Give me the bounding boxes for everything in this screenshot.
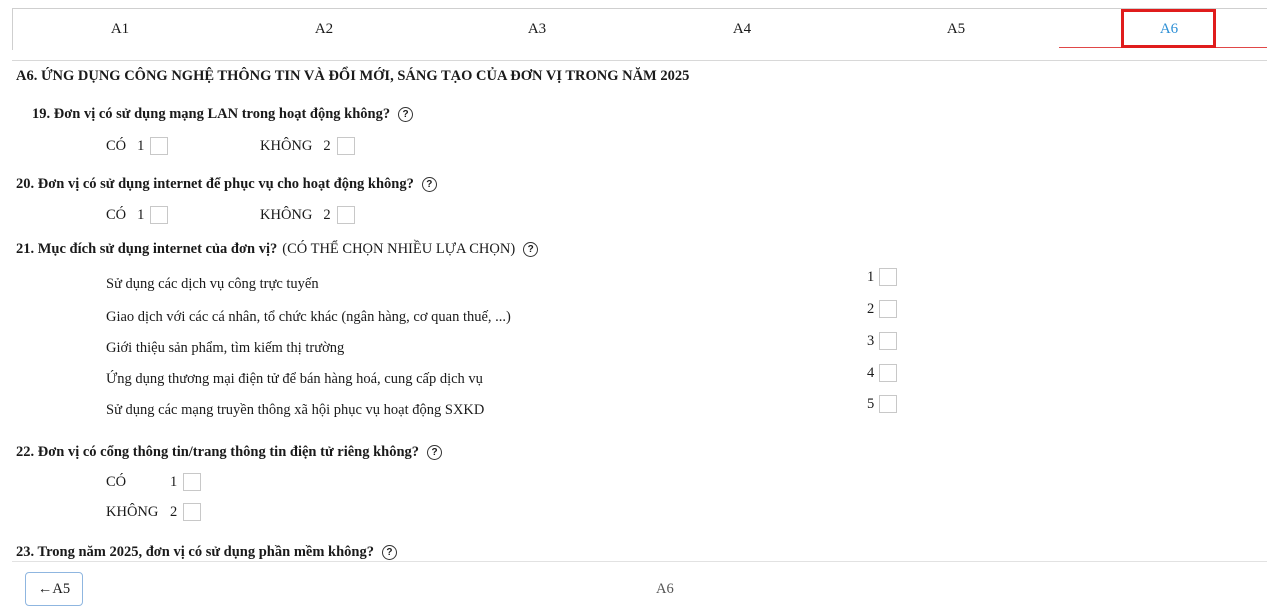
q21-option-4-label: Ứng dụng thương mại điện tử để bán hàng … — [106, 371, 483, 387]
footer-divider — [12, 561, 1267, 562]
option-code: 3 — [867, 332, 875, 349]
q21-option-3-checkbox[interactable] — [879, 332, 898, 350]
question-21-text: 21. Mục đích sử dụng internet của đơn vị… — [16, 241, 278, 257]
q20-yes-checkbox[interactable] — [150, 206, 169, 224]
q21-option-4-checkbox[interactable] — [879, 364, 898, 382]
help-icon[interactable]: ? — [381, 545, 397, 560]
question-22-text: 22. Đơn vị có cổng thông tin/trang thông… — [16, 444, 420, 460]
tab-a5[interactable]: A5 — [855, 9, 1057, 50]
q19-option-yes: CÓ 1 — [106, 137, 169, 155]
question-23-text: 23. Trong năm 2025, đơn vị có sử dụng ph… — [16, 544, 374, 560]
option-code: 5 — [867, 395, 875, 412]
tab-a3[interactable]: A3 — [436, 9, 638, 50]
q22-yes-checkbox[interactable] — [183, 473, 202, 491]
q21-option-1-label: Sử dụng các dịch vụ công trực tuyến — [106, 276, 319, 292]
q22-option-yes: CÓ 1 — [106, 473, 202, 491]
option-label: KHÔNG — [260, 206, 313, 223]
question-21: 21. Mục đích sử dụng internet của đơn vị… — [16, 241, 539, 258]
option-code: 1 — [170, 473, 178, 490]
q22-no-checkbox[interactable] — [183, 503, 202, 521]
tab-divider — [12, 60, 1267, 61]
tab-a1[interactable]: A1 — [19, 9, 221, 50]
option-code: 1 — [137, 206, 145, 223]
section-tab-bar: A1 A2 A3 A4 A5 A6 — [12, 8, 1267, 50]
q21-option-2: 2 — [867, 300, 898, 318]
q19-yes-checkbox[interactable] — [150, 137, 169, 155]
option-code: 2 — [323, 206, 331, 223]
question-23: 23. Trong năm 2025, đơn vị có sử dụng ph… — [16, 544, 397, 561]
active-tab-underline — [1059, 47, 1267, 48]
question-20: 20. Đơn vị có sử dụng internet để phục v… — [16, 176, 437, 193]
help-icon[interactable]: ? — [398, 107, 414, 122]
option-code: 2 — [323, 137, 331, 154]
q21-option-2-checkbox[interactable] — [879, 300, 898, 318]
q21-option-2-label: Giao dịch với các cá nhân, tổ chức khác … — [106, 309, 511, 325]
q21-option-5-label: Sử dụng các mạng truyền thông xã hội phụ… — [106, 402, 485, 418]
q21-option-4: 4 — [867, 364, 898, 382]
q21-option-5: 5 — [867, 395, 898, 413]
tab-a6[interactable]: A6 — [1068, 9, 1267, 50]
question-21-note: (CÓ THỂ CHỌN NHIỀU LỰA CHỌN) — [282, 241, 516, 257]
question-20-text: 20. Đơn vị có sử dụng internet để phục v… — [16, 176, 414, 192]
q20-option-no: KHÔNG 2 — [260, 206, 355, 224]
q20-no-checkbox[interactable] — [336, 206, 355, 224]
question-19-text: 19. Đơn vị có sử dụng mạng LAN trong hoạ… — [32, 106, 391, 122]
option-label: KHÔNG — [106, 503, 159, 520]
help-icon[interactable]: ? — [523, 242, 539, 257]
q21-option-3-label: Giới thiệu sản phẩm, tìm kiếm thị trường — [106, 340, 345, 356]
option-code: 1 — [137, 137, 145, 154]
option-code: 2 — [170, 503, 178, 520]
q19-option-no: KHÔNG 2 — [260, 137, 355, 155]
option-code: 4 — [867, 364, 875, 381]
option-code: 1 — [867, 268, 875, 285]
q19-no-checkbox[interactable] — [336, 137, 355, 155]
current-section-label: A6 — [656, 581, 674, 597]
option-label: KHÔNG — [260, 137, 313, 154]
q21-option-5-checkbox[interactable] — [879, 395, 898, 413]
q22-option-no: KHÔNG 2 — [106, 503, 202, 521]
section-title: A6. ỨNG DỤNG CÔNG NGHỆ THÔNG TIN VÀ ĐỔI … — [16, 68, 690, 84]
help-icon[interactable]: ? — [421, 177, 437, 192]
q20-option-yes: CÓ 1 — [106, 206, 169, 224]
option-label: CÓ — [106, 206, 127, 223]
q21-option-3: 3 — [867, 332, 898, 350]
tab-a2[interactable]: A2 — [223, 9, 425, 50]
option-code: 2 — [867, 300, 875, 317]
tab-a4[interactable]: A4 — [641, 9, 843, 50]
question-22: 22. Đơn vị có cổng thông tin/trang thông… — [16, 444, 443, 461]
option-label: CÓ — [106, 473, 127, 490]
option-label: CÓ — [106, 137, 127, 154]
help-icon[interactable]: ? — [427, 445, 443, 460]
question-19: 19. Đơn vị có sử dụng mạng LAN trong hoạ… — [32, 106, 414, 123]
q21-option-1: 1 — [867, 268, 898, 286]
q21-option-1-checkbox[interactable] — [879, 268, 898, 286]
